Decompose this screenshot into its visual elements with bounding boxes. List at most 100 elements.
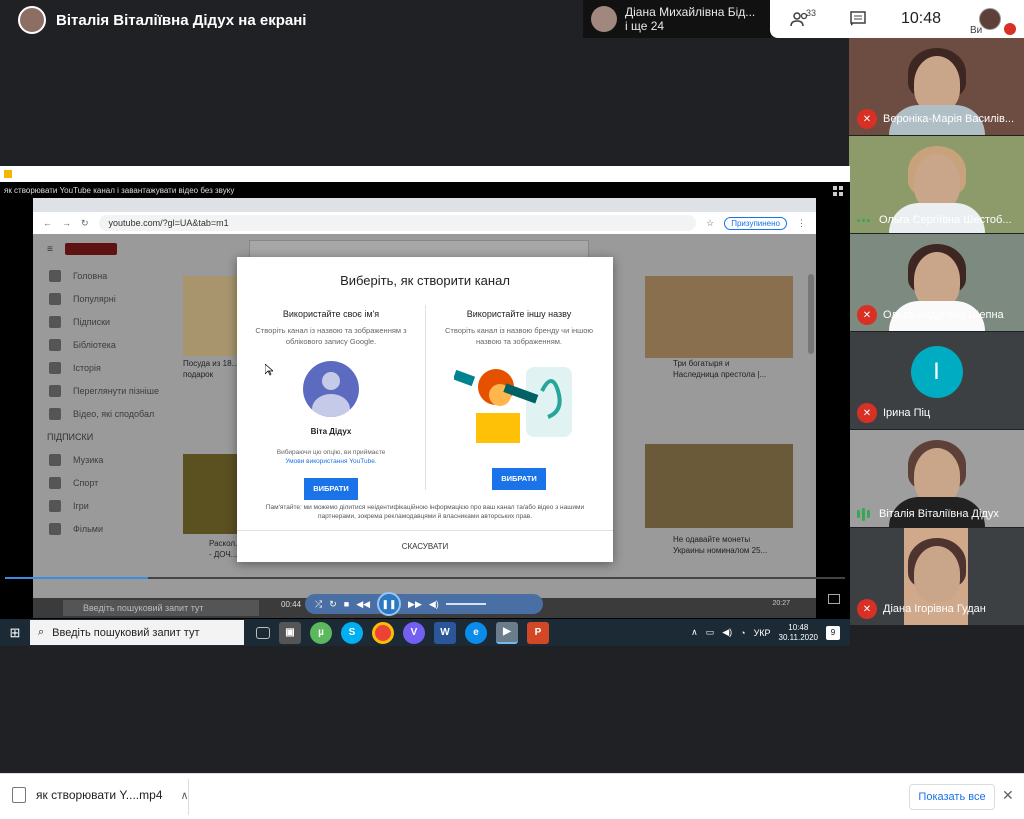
sidebar-item[interactable]: Музика <box>33 448 173 471</box>
star-icon[interactable]: ☆ <box>706 218 714 229</box>
mic-off-icon <box>1004 23 1016 35</box>
taskbar-clock[interactable]: 10:48 30.11.2020 <box>779 623 818 643</box>
sidebar-item[interactable]: Спорт <box>33 471 173 494</box>
video-thumbnail[interactable] <box>645 276 793 358</box>
sidebar-item-icon <box>49 407 61 420</box>
participant-name: Вероніка-Марія Василів... <box>883 113 1014 125</box>
utorrent-icon[interactable]: µ <box>310 621 332 644</box>
video-thumbnail[interactable] <box>645 444 793 528</box>
stop-icon[interactable]: ■ <box>344 599 349 609</box>
repeat-icon[interactable]: ↻ <box>329 599 337 610</box>
volume-slider[interactable] <box>445 603 486 605</box>
participant-name: Діана Ігорівна Гудан <box>883 603 986 615</box>
viber-icon[interactable]: V <box>403 621 425 644</box>
download-item[interactable]: як створювати Y....mp4 ∧ <box>12 787 189 803</box>
use-own-name-option: Використайте своє ім'я Створіть канал із… <box>237 305 425 500</box>
terms-link[interactable]: Умови використання YouTube. <box>285 458 376 465</box>
chevron-up-icon[interactable]: ∧ <box>691 627 698 638</box>
participant-tile[interactable]: ✕ Вероніка-Марія Василів... <box>849 38 1024 135</box>
select-other-name-button[interactable]: ВИБРАТИ <box>492 468 546 490</box>
participant-tile[interactable]: Ольга Сергіївна Шестоб... <box>849 136 1024 233</box>
video-caption[interactable]: Посуда из 18... подарок <box>183 358 238 380</box>
participant-name: Віталія Віталіївна Дідух <box>879 508 999 520</box>
brand-illustration-icon <box>452 367 572 443</box>
video-progress-bar[interactable] <box>5 577 845 579</box>
sidebar-item-icon <box>49 361 61 374</box>
pinned-participant-chip[interactable]: Діана Михайлівна Бід... і ще 24 <box>583 0 771 38</box>
start-button[interactable]: ⊞ <box>0 619 30 646</box>
battery-icon[interactable]: ▭ <box>706 627 715 638</box>
address-bar[interactable]: youtube.com/?gl=UA&tab=m1 <box>98 215 697 231</box>
menu-icon[interactable]: ⋮ <box>797 218 806 229</box>
show-all-button[interactable]: Показать все <box>909 784 995 810</box>
sidebar-item-label: ПІДПИСКИ <box>47 431 94 442</box>
network-icon[interactable]: ◔ <box>740 628 745 638</box>
video-thumbnail[interactable] <box>183 454 239 534</box>
back-icon[interactable]: ← <box>43 218 52 228</box>
clock-time: 10:48 <box>788 622 809 632</box>
task-view-icon[interactable] <box>256 626 270 639</box>
select-own-name-button[interactable]: ВИБРАТИ <box>304 478 358 500</box>
sidebar-item[interactable]: Відео, які сподобал <box>33 402 173 425</box>
skype-icon[interactable]: S <box>341 621 363 644</box>
browser-toolbar: ← → ↻ youtube.com/?gl=UA&tab=m1 ☆ Призуп… <box>33 212 816 234</box>
participant-tile[interactable]: Віталія Віталіївна Дідух <box>849 430 1024 527</box>
video-thumbnail[interactable] <box>183 276 239 356</box>
notifications-icon[interactable]: 9 <box>826 625 840 640</box>
language-indicator[interactable]: УКР <box>754 628 771 638</box>
media-player-icon[interactable]: ▶ <box>496 621 518 644</box>
video-caption[interactable]: Три богатыря и Наследница престола |... <box>673 358 766 380</box>
sidebar-item[interactable]: Фільми <box>33 517 173 540</box>
word-icon[interactable]: W <box>434 621 456 644</box>
store-icon[interactable]: ▣ <box>279 621 301 644</box>
volume-tray-icon[interactable]: ◀) <box>722 627 732 638</box>
youtube-logo[interactable] <box>64 243 117 255</box>
participant-tile[interactable]: І ✕ Ірина Піц <box>849 332 1024 429</box>
sidebar-item[interactable]: Головна <box>33 264 173 287</box>
sidebar-item-label: Фільми <box>73 523 103 534</box>
terms-note: Вибираючи цю опцію, ви приймаєте <box>276 449 386 456</box>
cancel-button[interactable]: СКАСУВАТИ <box>237 542 613 551</box>
sidebar-item[interactable]: Популярні <box>33 287 173 310</box>
media-player-titlebar <box>0 166 850 182</box>
next-icon[interactable]: ▶▶ <box>408 599 422 610</box>
chrome-icon[interactable] <box>372 621 394 644</box>
sync-paused-badge[interactable]: Призупинено <box>724 216 787 230</box>
powerpoint-icon[interactable]: P <box>527 621 549 644</box>
reload-icon[interactable]: ↻ <box>81 218 89 229</box>
participant-tile[interactable]: ✕ Ольга Андріївна Щепна <box>849 234 1024 331</box>
sidebar-item-label: Історія <box>73 362 101 373</box>
pause-button[interactable]: ❚❚ <box>377 592 402 616</box>
previous-icon[interactable]: ◀◀ <box>356 599 370 610</box>
sidebar-item[interactable]: Історія <box>33 356 173 379</box>
sidebar-item[interactable]: Переглянути пізніше <box>33 379 173 402</box>
sidebar-item-icon <box>49 292 61 305</box>
chat-button[interactable] <box>830 0 886 38</box>
page-scrollbar[interactable] <box>808 274 814 354</box>
forward-icon[interactable]: → <box>62 218 71 228</box>
people-button[interactable]: 33 <box>770 0 830 38</box>
shuffle-icon[interactable]: ⤮ <box>315 599 322 610</box>
edge-icon[interactable]: e <box>465 621 487 644</box>
participant-tile[interactable]: ✕ Діана Ігорівна Гудан <box>849 528 1024 625</box>
sidebar-item[interactable]: Бібліотека <box>33 333 173 356</box>
mouse-cursor-icon <box>265 364 273 376</box>
sidebar-item-icon <box>49 315 61 328</box>
video-progress-fill <box>5 577 148 579</box>
youtube-search-input[interactable] <box>248 240 589 258</box>
windows-icon: ⊞ <box>9 624 21 640</box>
sidebar-item[interactable]: Підписки <box>33 310 173 333</box>
option-subtitle: Створіть канал із назвою та зображенням … <box>255 326 407 346</box>
taskbar-search[interactable]: ⌕ Введіть пошуковий запит тут <box>30 620 244 645</box>
sidebar-item-label: Ігри <box>73 500 89 511</box>
speaking-indicator-icon <box>857 507 873 521</box>
self-view[interactable]: Ви <box>956 0 1024 38</box>
hamburger-icon[interactable]: ≡ <box>47 244 53 255</box>
volume-icon[interactable]: ◀) <box>429 599 439 610</box>
sidebar-item[interactable]: Ігри <box>33 494 173 517</box>
option-subtitle: Створіть канал із назвою бренду чи іншою… <box>444 326 593 346</box>
chip-name: Діана Михайлівна Бід... <box>625 5 756 19</box>
fullscreen-icon[interactable] <box>828 594 840 604</box>
video-caption[interactable]: Не одавайте монеты Украины номиналом 25.… <box>673 534 767 556</box>
close-icon[interactable]: ✕ <box>1002 787 1014 804</box>
